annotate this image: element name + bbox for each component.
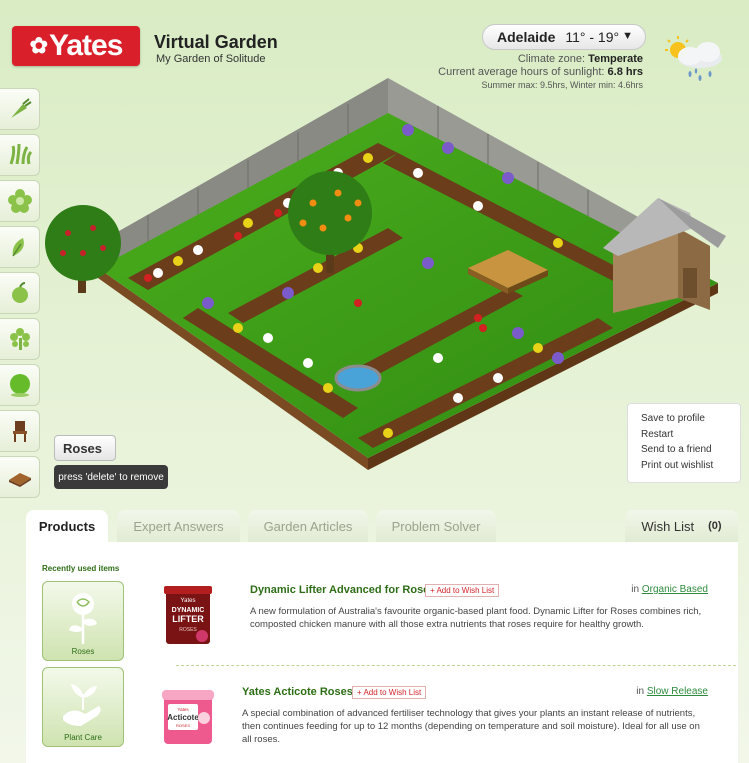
tool-vegetables[interactable] — [0, 88, 40, 130]
rose-icon — [69, 593, 97, 644]
chair-icon — [12, 421, 27, 442]
garden-canvas[interactable] — [38, 78, 728, 478]
category-prefix: in — [636, 686, 645, 697]
save-to-profile-link[interactable]: Save to profile — [641, 411, 740, 427]
recent-item-label: Roses — [71, 647, 95, 656]
pack-title: Acticote — [167, 713, 199, 722]
sunlight-label: Current average hours of sunlight: — [438, 66, 605, 78]
logo-flower-icon: ✿ — [29, 33, 48, 58]
category-link[interactable]: Organic Based — [642, 584, 708, 595]
tool-grasses[interactable] — [0, 134, 40, 176]
product-description: A new formulation of Australia's favouri… — [250, 606, 702, 630]
shrub-icon — [9, 374, 30, 397]
acticote-pack[interactable]: Yates Acticote ROSES — [158, 684, 218, 748]
delete-hint-tooltip: press 'delete' to remove — [54, 465, 168, 489]
climate-value: Temperate — [588, 53, 643, 65]
carrot-icon — [10, 98, 32, 118]
product-category: in Organic Based — [631, 584, 708, 595]
tab-garden-articles[interactable]: Garden Articles — [248, 510, 368, 542]
add-to-wishlist-button[interactable]: + Add to Wish List — [352, 686, 427, 699]
wish-list-count: (0) — [708, 520, 722, 532]
tab-products[interactable]: Products — [26, 510, 108, 542]
pond — [334, 364, 382, 392]
logo-text: Yates — [49, 29, 123, 62]
tool-trees[interactable] — [0, 318, 40, 360]
pack-variant: ROSES — [176, 723, 190, 728]
page-title: Virtual Garden — [154, 32, 278, 52]
tool-shrubs[interactable] — [0, 364, 40, 406]
tool-bar — [0, 88, 40, 502]
product-name[interactable]: Dynamic Lifter Advanced for Roses — [250, 584, 435, 596]
pack-title-1: DYNAMIC — [172, 607, 205, 614]
tab-expert-answers[interactable]: Expert Answers — [117, 510, 240, 542]
category-link[interactable]: Slow Release — [647, 686, 708, 697]
tab-problem-solver[interactable]: Problem Solver — [376, 510, 496, 542]
tool-flowers[interactable] — [0, 180, 40, 222]
pack-title-2: LIFTER — [172, 614, 204, 624]
dynamic-lifter-pack[interactable]: Yates DYNAMIC LIFTER ROSES — [158, 584, 218, 648]
garden-name: My Garden of Solitude — [156, 53, 266, 65]
tree-icon — [9, 328, 30, 350]
city-name: Adelaide — [497, 29, 556, 45]
tab-wish-list[interactable]: Wish List (0) — [625, 510, 738, 542]
print-wishlist-link[interactable]: Print out wishlist — [641, 458, 740, 474]
climate-label: Climate zone: — [517, 53, 586, 65]
recent-item-plant-care[interactable]: Plant Care — [42, 667, 124, 747]
pack-brand: Yates — [181, 598, 196, 604]
yates-logo[interactable]: ✿ Yates — [12, 26, 140, 66]
pack-variant: ROSES — [179, 627, 197, 633]
tool-foliage[interactable] — [0, 226, 40, 268]
tool-fruit[interactable] — [0, 272, 40, 314]
content-tabs: Products Expert Answers Garden Articles … — [26, 510, 738, 542]
flower-icon — [7, 189, 32, 213]
pack-brand: Yates — [177, 707, 189, 712]
sun-cloud-rain-icon — [665, 36, 722, 81]
selected-item-name: Roses — [54, 435, 116, 461]
recent-items-label: Recently used items — [42, 564, 120, 573]
product-name[interactable]: Yates Acticote Roses — [242, 686, 353, 698]
sunlight-value: 6.8 hrs — [607, 66, 643, 78]
product-description: A special combination of advanced fertil… — [242, 708, 700, 745]
tool-furniture[interactable] — [0, 410, 40, 452]
city-select[interactable]: Adelaide 11° - 19° ▼ — [482, 24, 646, 50]
leaf-icon — [11, 238, 24, 257]
restart-link[interactable]: Restart — [641, 427, 740, 443]
products-panel: Recently used items Roses Plant Care Yat… — [26, 542, 738, 763]
product-category: in Slow Release — [636, 686, 708, 697]
actions-menu: Save to profile Restart Send to a friend… — [627, 403, 741, 483]
send-to-friend-link[interactable]: Send to a friend — [641, 442, 740, 458]
temperature-range: 11° - 19° — [565, 29, 620, 45]
add-to-wishlist-button[interactable]: + Add to Wish List — [425, 584, 500, 597]
plant-care-icon — [63, 684, 101, 726]
category-prefix: in — [631, 584, 640, 595]
recent-item-roses[interactable]: Roses — [42, 581, 124, 661]
paving-icon — [8, 473, 31, 487]
recent-item-label: Plant Care — [64, 733, 102, 742]
apple-icon — [11, 282, 28, 303]
product-divider — [176, 665, 736, 666]
chevron-down-icon: ▼ — [622, 30, 633, 42]
grass-icon — [9, 143, 32, 165]
tool-paving[interactable] — [0, 456, 40, 498]
wish-list-label: Wish List — [641, 518, 695, 534]
